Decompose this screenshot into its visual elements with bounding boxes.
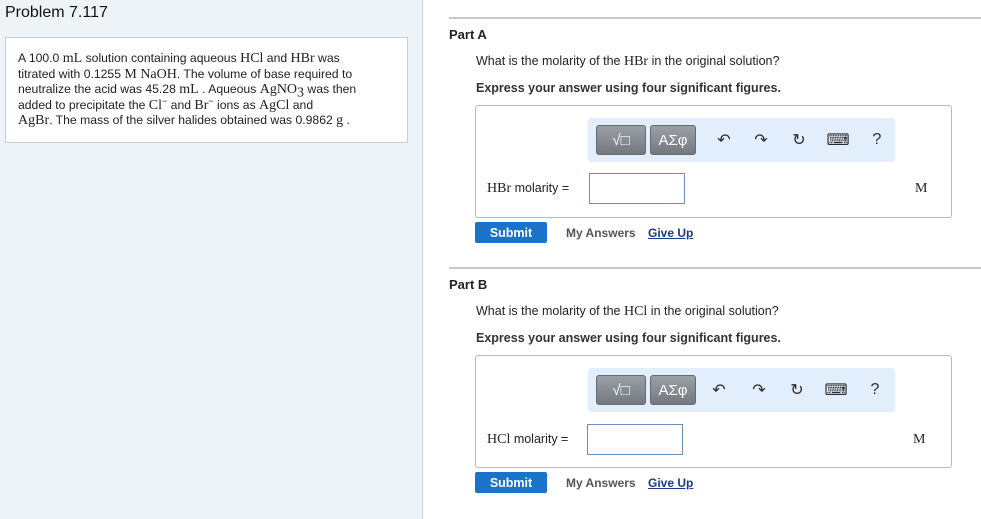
part-a-give-up-link[interactable]: Give Up: [648, 226, 693, 240]
help-icon[interactable]: ?: [866, 129, 888, 151]
part-b-unit: M: [913, 432, 926, 447]
keyboard-icon[interactable]: ⌨: [824, 379, 847, 401]
part-a-instruction: Express your answer using four significa…: [476, 81, 781, 95]
part-a-title: Part A: [449, 27, 487, 42]
undo-icon[interactable]: ↶: [708, 379, 730, 401]
reset-icon[interactable]: ↻: [788, 129, 810, 151]
part-b-title: Part B: [449, 277, 488, 292]
symbols-icon[interactable]: ΑΣφ: [650, 375, 696, 405]
hbr-molarity-input[interactable]: [589, 173, 685, 204]
keyboard-icon[interactable]: ⌨: [826, 129, 849, 151]
redo-icon[interactable]: ↷: [750, 129, 772, 151]
part-b-field-label: HCl molarity =: [487, 432, 569, 447]
part-a-answer-box: √□ ΑΣφ ↶ ↷ ↻ ⌨ ? HBr molarity = M: [475, 105, 952, 218]
problem-panel: Problem 7.117 A 100.0 mL solution contai…: [0, 0, 423, 519]
problem-statement: A 100.0 mL solution containing aqueous H…: [5, 37, 408, 143]
help-icon[interactable]: ?: [864, 379, 886, 401]
part-b-give-up-link[interactable]: Give Up: [648, 476, 693, 490]
redo-icon[interactable]: ↷: [748, 379, 770, 401]
part-a-toolbar: √□ ΑΣφ ↶ ↷ ↻ ⌨ ?: [588, 118, 895, 162]
part-b-question: What is the molarity of the HCl in the o…: [476, 304, 779, 319]
part-b-my-answers-link[interactable]: My Answers: [566, 476, 636, 490]
hcl-molarity-input[interactable]: [587, 424, 683, 455]
undo-icon[interactable]: ↶: [713, 129, 735, 151]
part-a-divider: [449, 17, 981, 19]
problem-title: Problem 7.117: [5, 4, 108, 21]
reset-icon[interactable]: ↻: [786, 379, 808, 401]
part-b-answer-box: √□ ΑΣφ ↶ ↷ ↻ ⌨ ? HCl molarity = M: [475, 355, 952, 468]
part-a-unit: M: [915, 181, 928, 196]
part-a-submit-button[interactable]: Submit: [475, 222, 547, 243]
part-a-my-answers-link[interactable]: My Answers: [566, 226, 636, 240]
templates-icon[interactable]: √□: [596, 375, 646, 405]
templates-icon[interactable]: √□: [596, 125, 646, 155]
part-b-submit-button[interactable]: Submit: [475, 472, 547, 493]
part-a-field-label: HBr molarity =: [487, 181, 570, 196]
part-b-toolbar: √□ ΑΣφ ↶ ↷ ↻ ⌨ ?: [588, 368, 895, 412]
part-b-divider: [449, 267, 981, 269]
part-b-instruction: Express your answer using four significa…: [476, 331, 781, 345]
symbols-icon[interactable]: ΑΣφ: [650, 125, 696, 155]
part-a-question: What is the molarity of the HBr in the o…: [476, 54, 780, 69]
